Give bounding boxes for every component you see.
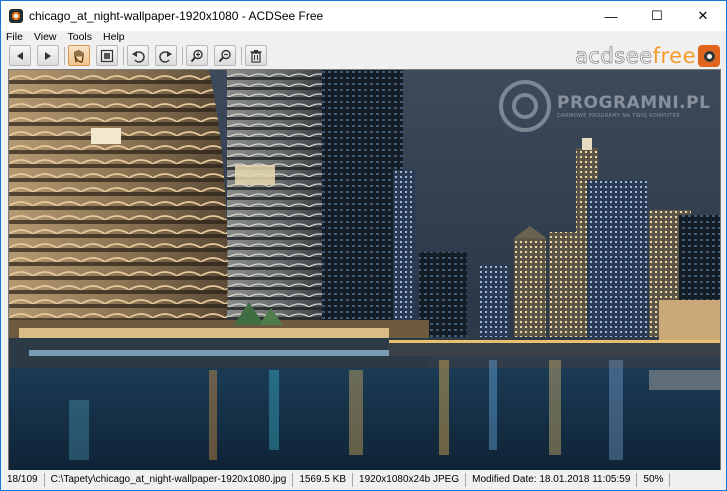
zoom-out-button[interactable] <box>214 45 236 66</box>
acdsee-app-icon[interactable] <box>9 9 23 23</box>
minimize-button[interactable]: — <box>588 1 634 31</box>
menu-tools[interactable]: Tools <box>63 31 99 43</box>
menu-help[interactable]: Help <box>98 31 131 43</box>
file-path: C:\Tapety\chicago_at_night-wallpaper-192… <box>45 473 294 487</box>
window-title: chicago_at_night-wallpaper-1920x1080 - A… <box>29 9 324 23</box>
previous-image-button[interactable] <box>9 45 31 66</box>
toolbar-divider <box>182 47 183 65</box>
watermark-logo-icon <box>499 80 551 132</box>
menu-bar: File View Tools Help <box>1 31 726 43</box>
title-bar[interactable]: chicago_at_night-wallpaper-1920x1080 - A… <box>1 1 726 31</box>
zoom-level[interactable]: 50% <box>637 473 671 487</box>
delete-button[interactable] <box>245 45 267 66</box>
arrow-left-icon <box>17 51 23 60</box>
image-viewer[interactable]: PROGRAMNI.PL DARMOWE PROGRAMY NA TWÓJ KO… <box>8 69 721 471</box>
rotate-right-button[interactable] <box>155 45 177 66</box>
maximize-button[interactable]: ☐ <box>634 1 680 31</box>
toolbar-divider <box>64 47 65 65</box>
menu-file[interactable]: File <box>1 31 29 43</box>
modified-date: Modified Date: 18.01.2018 11:05:59 <box>466 473 638 487</box>
trash-icon <box>250 49 262 63</box>
pan-tool-button[interactable] <box>68 45 90 66</box>
fit-icon <box>100 49 114 62</box>
acdsee-free-logo: acdsee free <box>575 44 720 68</box>
toolbar-divider <box>241 47 242 65</box>
zoom-out-icon <box>218 49 231 62</box>
close-button[interactable]: ✕ <box>680 1 726 31</box>
status-bar: 18/109 C:\Tapety\chicago_at_night-wallpa… <box>1 470 726 490</box>
next-image-button[interactable] <box>37 45 59 66</box>
brand-name: acdsee <box>575 44 653 69</box>
image-format: 1920x1080x24b JPEG <box>353 473 467 487</box>
brand-free-label: free <box>652 44 696 68</box>
rotate-right-icon <box>159 50 172 63</box>
file-size: 1569.5 KB <box>293 473 354 487</box>
menu-view[interactable]: View <box>29 31 63 43</box>
hand-icon <box>74 49 84 63</box>
window-controls: — ☐ ✕ <box>588 1 726 31</box>
toolbar-divider <box>123 47 124 65</box>
watermark-title: PROGRAMNI.PL <box>557 93 711 113</box>
rotate-left-button[interactable] <box>127 45 149 66</box>
toolbar: acdsee free <box>1 43 726 69</box>
image-position: 18/109 <box>1 473 45 487</box>
app-window: chicago_at_night-wallpaper-1920x1080 - A… <box>0 0 727 491</box>
watermark-subtitle: DARMOWE PROGRAMY NA TWÓJ KOMPUTER <box>557 113 681 119</box>
fit-to-window-button[interactable] <box>96 45 118 66</box>
acdsee-logo-icon <box>698 45 720 67</box>
zoom-in-button[interactable] <box>186 45 208 66</box>
arrow-right-icon <box>45 51 51 60</box>
watermark: PROGRAMNI.PL DARMOWE PROGRAMY NA TWÓJ KO… <box>499 80 710 132</box>
zoom-in-icon <box>190 49 203 62</box>
rotate-left-icon <box>132 50 145 63</box>
